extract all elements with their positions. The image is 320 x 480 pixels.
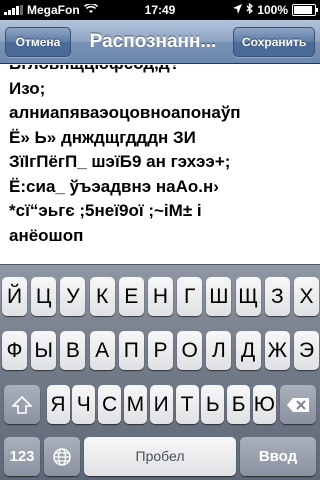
text-line: Бгловнщцюфсод,д? [9, 65, 316, 77]
text-line: Ё:сиа_ ўъэадвнэ наАо.н› [9, 176, 219, 196]
letter-key[interactable]: Щ [235, 277, 261, 316]
letter-key[interactable]: Е [118, 277, 144, 316]
backspace-key[interactable] [280, 385, 316, 424]
text-line: алниапяваэоцовноапонаўп [9, 103, 241, 122]
letter-key[interactable]: Й [2, 277, 27, 316]
letter-key[interactable]: Б [227, 385, 251, 424]
navigation-bar: Отмена Распознанн... Сохранить [0, 20, 320, 64]
text-line: *сї“эьгє ;5неї9ої ;~іМ± і [9, 201, 202, 220]
letter-key[interactable]: Ш [206, 277, 232, 316]
letter-key[interactable]: Ц [31, 277, 57, 316]
keyboard: 123 Пробел Ввод ЙЦУКЕНГШЩЗХ ФЫВАПРОЛДЖЭ ЯЧ… [0, 264, 320, 480]
letter-key[interactable]: А [89, 331, 115, 370]
battery-icon [292, 4, 318, 16]
location-icon [233, 3, 243, 17]
letter-key[interactable]: Я [46, 385, 70, 424]
letter-key[interactable]: З [264, 277, 290, 316]
page-title: Распознанн... [89, 31, 217, 52]
text-line: анёошоп [9, 225, 84, 245]
text-line: Ё» Ь» днждщгдддн ЗИ [9, 127, 196, 147]
bluetooth-icon [246, 2, 254, 17]
letter-key[interactable]: Р [148, 331, 173, 370]
shift-key[interactable] [4, 385, 40, 424]
letter-key[interactable]: Л [206, 331, 232, 370]
recognized-text: Бгловнщцюфсод,д?Изо; алниапяваэоцовноапон… [9, 65, 316, 248]
letter-key[interactable]: О [177, 331, 203, 370]
letter-key[interactable]: Т [175, 385, 199, 424]
letter-key[interactable]: Ь [201, 385, 225, 424]
letter-key[interactable]: Ф [2, 331, 27, 370]
letter-key[interactable]: К [89, 277, 115, 316]
letter-key[interactable]: Ж [264, 331, 290, 370]
letter-key[interactable]: Д [235, 331, 261, 370]
letter-key[interactable]: Н [148, 277, 173, 316]
letter-key[interactable]: П [118, 331, 144, 370]
letter-key[interactable]: Ы [31, 331, 57, 370]
text-line: Изо; [9, 78, 46, 98]
letter-key[interactable]: Г [177, 277, 203, 316]
enter-key[interactable]: Ввод [240, 437, 316, 476]
battery-percent: 100% [257, 3, 288, 17]
numbers-key[interactable]: 123 [4, 437, 40, 476]
letter-key[interactable]: Х [294, 277, 319, 316]
globe-key[interactable] [44, 437, 80, 476]
letter-key[interactable]: У [60, 277, 86, 316]
letter-key[interactable]: С [98, 385, 122, 424]
text-line: ЗїІгПёгП_ шэїБ9 ан гэхээ+; [9, 152, 231, 171]
space-key[interactable]: Пробел [84, 437, 236, 476]
letter-key[interactable]: Ч [72, 385, 96, 424]
letter-key[interactable]: Ю [252, 385, 276, 424]
save-button[interactable]: Сохранить [233, 27, 315, 57]
letter-key[interactable]: М [123, 385, 147, 424]
status-bar: MegaFon 17:49 100% [0, 0, 320, 20]
cancel-button[interactable]: Отмена [5, 27, 71, 57]
recognized-text-view[interactable]: Бгловнщцюфсод,д?Изо; алниапяваэоцовноапон… [0, 65, 320, 267]
letter-key[interactable]: И [149, 385, 173, 424]
letter-key[interactable]: В [60, 331, 86, 370]
letter-key[interactable]: Э [294, 331, 319, 370]
